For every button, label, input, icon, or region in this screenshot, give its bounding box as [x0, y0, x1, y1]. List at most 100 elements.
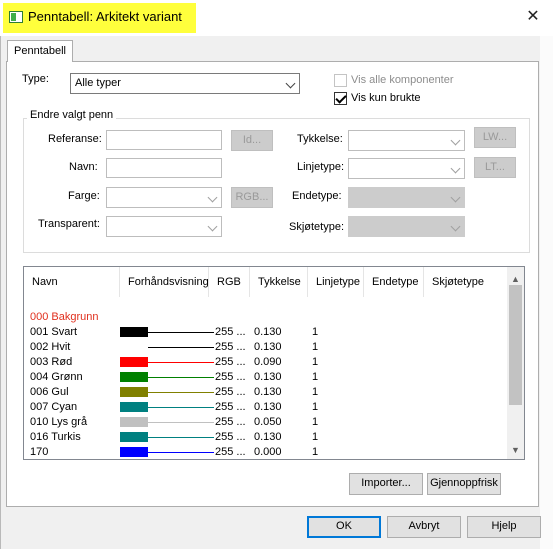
help-button[interactable]: Hjelp: [467, 516, 541, 538]
chevron-down-icon: [285, 78, 296, 89]
pen-name: 010 Lys grå: [30, 416, 88, 428]
tykkelse-dropdown[interactable]: [348, 130, 465, 151]
chevron-down-icon: [207, 192, 218, 203]
pen-rgb: 255 ...: [215, 371, 246, 383]
show-all-label: Vis alle komponenter: [351, 74, 454, 86]
navn-label: Navn:: [69, 161, 98, 173]
table-row[interactable]: 004 Grønn 255 ... 0.130 1: [24, 370, 514, 385]
pen-thickness: 0.130: [254, 341, 282, 353]
table-row[interactable]: 002 Hvit 255 ... 0.130 1: [24, 340, 514, 355]
linjetype-dropdown[interactable]: [348, 158, 465, 179]
farge-label: Farge:: [68, 190, 100, 202]
import-button[interactable]: Importer...: [349, 473, 423, 495]
scroll-up-icon[interactable]: ▲: [509, 272, 522, 286]
refresh-button[interactable]: Gjennoppfrisk: [427, 473, 501, 495]
column-header-rgb[interactable]: RGB: [209, 267, 250, 297]
pen-linetype: 1: [312, 416, 319, 428]
pen-name: 001 Svart: [30, 326, 78, 338]
scrollbar-thumb[interactable]: [509, 285, 522, 405]
pen-line-preview: [148, 407, 214, 408]
lt-button[interactable]: LT...: [474, 157, 516, 178]
pen-line-preview: [148, 332, 214, 333]
pen-linetype: 1: [312, 326, 319, 338]
farge-dropdown[interactable]: [106, 187, 222, 208]
pen-color-swatch: [120, 342, 148, 352]
pen-thickness: 0.090: [254, 356, 282, 368]
edit-pen-group-title: Endre valgt penn: [27, 109, 117, 121]
column-header-navn[interactable]: Navn: [24, 267, 120, 297]
pen-rgb: 255 ...: [215, 416, 246, 428]
show-used-label: Vis kun brukte: [351, 92, 421, 104]
cancel-button[interactable]: Avbryt: [387, 516, 461, 538]
pen-line-preview: [148, 377, 214, 378]
pen-name: 016 Turkis: [30, 431, 81, 443]
endetype-label: Endetype:: [292, 190, 342, 202]
chevron-down-icon: [207, 221, 218, 232]
table-row[interactable]: 001 Svart 255 ... 0.130 1: [24, 325, 514, 340]
pen-name: 003 Rød: [30, 356, 73, 368]
tykkelse-label: Tykkelse:: [297, 133, 343, 145]
column-header-endetype[interactable]: Endetype: [364, 267, 424, 297]
chevron-down-icon: [450, 135, 461, 146]
table-row[interactable]: 006 Gul 255 ... 0.130 1: [24, 385, 514, 400]
table-row[interactable]: 003 Rød 255 ... 0.090 1: [24, 355, 514, 370]
show-all-checkbox[interactable]: [334, 74, 347, 87]
show-used-checkbox[interactable]: [334, 92, 347, 105]
pen-color-swatch: [120, 432, 148, 442]
chevron-down-icon: [450, 192, 461, 203]
skjotetype-dropdown[interactable]: [348, 216, 465, 237]
chevron-down-icon: [450, 163, 461, 174]
column-header-tykkelse[interactable]: Tykkelse: [250, 267, 308, 297]
app-icon: [9, 11, 23, 23]
transparent-dropdown[interactable]: [106, 216, 222, 237]
ok-button[interactable]: OK: [307, 516, 381, 538]
scroll-down-icon[interactable]: ▼: [509, 443, 522, 457]
transparent-label: Transparent:: [38, 218, 100, 230]
pen-line-preview: [148, 437, 214, 438]
pen-name: 002 Hvit: [30, 341, 71, 353]
id-button[interactable]: Id...: [231, 130, 273, 151]
pen-rgb: 255 ...: [215, 386, 246, 398]
type-label: Type:: [22, 73, 49, 85]
window-title: Penntabell: Arkitekt variant: [28, 9, 182, 24]
pen-rgb: 255 ...: [215, 326, 246, 338]
pen-line-preview: [148, 452, 214, 453]
table-row[interactable]: 170 255 ... 0.000 1: [24, 445, 514, 459]
column-header-preview[interactable]: Forhåndsvisning: [120, 267, 209, 297]
pen-linetype: 1: [312, 401, 319, 413]
tab-penntabell[interactable]: Penntabell: [7, 40, 73, 62]
table-row[interactable]: 010 Lys grå 255 ... 0.050 1: [24, 415, 514, 430]
pen-rgb: 255 ...: [215, 341, 246, 353]
pen-name: 000 Bakgrunn: [30, 311, 99, 323]
table-row[interactable]: 000 Bakgrunn: [24, 310, 514, 325]
pen-list[interactable]: Navn Forhåndsvisning RGB Tykkelse Linjet…: [23, 266, 525, 460]
type-dropdown[interactable]: Alle typer: [70, 73, 300, 94]
pen-line-preview: [148, 392, 214, 393]
endetype-dropdown[interactable]: [348, 187, 465, 208]
rgb-button[interactable]: RGB...: [231, 187, 273, 208]
pen-color-swatch: [120, 357, 148, 367]
column-header-linjetype[interactable]: Linjetype: [308, 267, 364, 297]
background-window-strip: [540, 36, 553, 549]
pen-color-swatch: [120, 387, 148, 397]
pen-color-swatch: [120, 447, 148, 457]
table-row[interactable]: 007 Cyan 255 ... 0.130 1: [24, 400, 514, 415]
column-header-skjotetype[interactable]: Skjøtetype: [424, 267, 508, 297]
pen-name: 006 Gul: [30, 386, 69, 398]
chevron-down-icon: [450, 221, 461, 232]
pen-thickness: 0.000: [254, 446, 282, 458]
pen-color-swatch: [120, 417, 148, 427]
pen-linetype: 1: [312, 386, 319, 398]
skjotetype-label: Skjøtetype:: [289, 221, 345, 233]
linjetype-label: Linjetype:: [297, 161, 345, 173]
pen-linetype: 1: [312, 341, 319, 353]
lw-button[interactable]: LW...: [474, 127, 516, 148]
navn-field[interactable]: [106, 158, 222, 178]
pen-color-swatch: [120, 327, 148, 337]
referanse-field[interactable]: [106, 130, 222, 150]
pen-linetype: 1: [312, 446, 319, 458]
type-dropdown-value: Alle typer: [75, 77, 121, 89]
table-row[interactable]: 016 Turkis 255 ... 0.130 1: [24, 430, 514, 445]
pen-thickness: 0.130: [254, 326, 282, 338]
close-icon[interactable]: ✕: [519, 6, 547, 28]
